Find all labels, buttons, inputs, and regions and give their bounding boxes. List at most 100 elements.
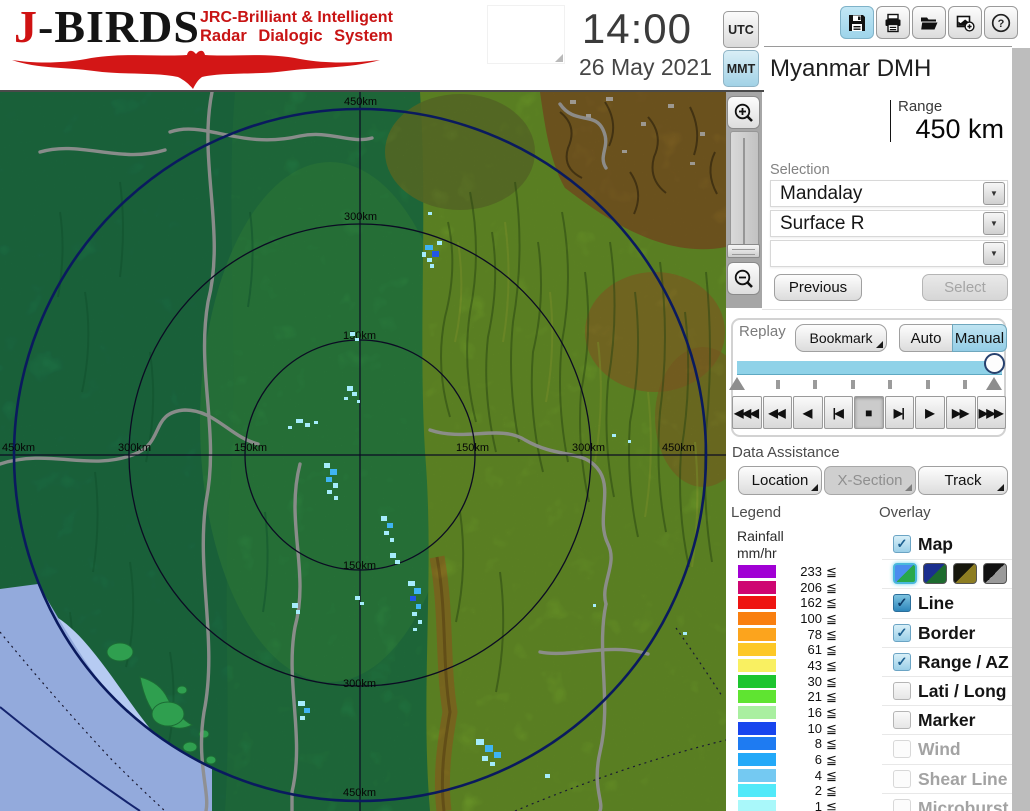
wind-label: Wind (918, 739, 961, 760)
clock-date: 26 May 2021 (540, 54, 712, 81)
ring-label: 450km (343, 787, 376, 799)
ring-label: 300km (343, 678, 376, 690)
help-button[interactable]: ? (984, 6, 1018, 39)
play-button[interactable]: ▶ (915, 396, 945, 429)
legend-swatch (738, 596, 776, 609)
line-checkbox[interactable]: ✓ (893, 594, 911, 612)
legend-value: 162 (778, 595, 822, 610)
overlay-row-line: ✓Line (882, 588, 1012, 618)
rewind-fastest-button[interactable]: ◀◀◀ (732, 396, 762, 429)
site-dropdown[interactable]: Mandalay ▼ (770, 180, 1008, 207)
zoom-out-button[interactable] (727, 262, 760, 295)
radar-map[interactable]: 450km300km150km150km300km450km450km300km… (0, 92, 726, 811)
zoom-slider-track[interactable] (730, 131, 759, 255)
ring-label: 450km (2, 442, 35, 454)
rain-echo (288, 426, 292, 429)
overlay-row-shear-line: Shear Line (882, 764, 1012, 794)
rain-echo (300, 716, 305, 720)
legend-operator: ≦ (826, 564, 837, 580)
last-frame-button[interactable]: ▶| (885, 396, 915, 429)
slider-tick (813, 380, 817, 389)
map-style-swatch-1[interactable] (893, 563, 917, 584)
rain-echo (387, 523, 393, 528)
overlay-row-microburst: Microburst (882, 793, 1012, 811)
zoom-in-button[interactable] (727, 96, 760, 129)
chevron-down-icon[interactable]: ▼ (983, 182, 1005, 205)
marker-checkbox[interactable] (893, 711, 911, 729)
slider-tick (776, 380, 780, 389)
rain-echo (390, 553, 396, 558)
ring-label: 150km (234, 442, 267, 454)
save-button[interactable] (840, 6, 874, 39)
microburst-checkbox (893, 799, 911, 811)
manual-button[interactable]: Manual (952, 324, 1007, 352)
option-dropdown[interactable]: ▼ (770, 240, 1008, 267)
slider-tick (926, 380, 930, 389)
shear-line-label: Shear Line (918, 769, 1007, 790)
legend-swatch (738, 581, 776, 594)
bookmark-button[interactable]: Bookmark (795, 324, 887, 352)
range-az-checkbox[interactable]: ✓ (893, 653, 911, 671)
legend-swatch (738, 753, 776, 766)
right-splitter[interactable] (1012, 48, 1030, 811)
track-label: Track (945, 472, 982, 489)
chevron-down-icon[interactable]: ▼ (983, 242, 1005, 265)
previous-button[interactable]: Previous (774, 274, 862, 301)
slider-tick (963, 380, 967, 389)
ring-label: 150km (343, 330, 376, 342)
mmt-button[interactable]: MMT (723, 50, 759, 87)
rain-echo (628, 440, 631, 443)
select-button[interactable]: Select (922, 274, 1008, 301)
forward-fastest-button[interactable]: ▶▶▶ (977, 396, 1007, 429)
legend-unit-line1: Rainfall (737, 528, 784, 544)
legend-operator: ≦ (826, 736, 837, 752)
replay-slider-handle[interactable] (984, 353, 1005, 374)
add-image-button[interactable] (948, 6, 982, 39)
legend-value: 233 (778, 564, 822, 579)
menu-corner-icon (905, 484, 912, 491)
x-section-button[interactable]: X-Section (824, 466, 916, 495)
rain-echo (305, 423, 310, 427)
header: J-BIRDS JRC-Brilliant & Intelligent Rada… (0, 0, 1030, 92)
stop-button[interactable]: ■ (854, 396, 884, 429)
map-style-swatch-2[interactable] (923, 563, 947, 584)
legend-value: 206 (778, 580, 822, 595)
location-button[interactable]: Location (738, 466, 822, 495)
legend-swatch (738, 722, 776, 735)
ring-label: 450km (344, 96, 377, 108)
product-dropdown[interactable]: Surface R ▼ (770, 210, 1008, 237)
legend-value: 4 (778, 768, 822, 783)
legend-swatch (738, 800, 776, 811)
zoom-out-icon (733, 268, 755, 290)
legend-swatch (738, 784, 776, 797)
open-folder-button[interactable] (912, 6, 946, 39)
replay-slider-track[interactable] (737, 361, 1002, 375)
lati-long-checkbox[interactable] (893, 682, 911, 700)
track-button[interactable]: Track (918, 466, 1008, 495)
ring-label: 300km (572, 442, 605, 454)
step-back-button[interactable]: ◀ (793, 396, 823, 429)
rain-echo (437, 241, 442, 245)
menu-corner-icon (997, 484, 1004, 491)
chevron-down-icon[interactable]: ▼ (983, 212, 1005, 235)
utc-button[interactable]: UTC (723, 11, 759, 48)
border-checkbox[interactable]: ✓ (893, 624, 911, 642)
app-logo: J-BIRDS (14, 0, 200, 53)
legend-swatch (738, 659, 776, 672)
legend-operator: ≦ (826, 658, 837, 674)
legend-swatch (738, 565, 776, 578)
overlay-row-border: ✓Border (882, 618, 1012, 648)
forward-button[interactable]: ▶▶ (946, 396, 976, 429)
legend-operator: ≦ (826, 721, 837, 737)
first-frame-button[interactable]: |◀ (824, 396, 854, 429)
map-checkbox[interactable]: ✓ (893, 535, 911, 553)
overlay-row-range-az: ✓Range / AZ (882, 647, 1012, 677)
auto-button[interactable]: Auto (899, 324, 953, 352)
map-style-swatch-4[interactable] (983, 563, 1007, 584)
print-button[interactable] (876, 6, 910, 39)
rain-echo (427, 258, 432, 262)
zoom-slider-thumb[interactable] (727, 244, 760, 258)
save-icon (847, 13, 867, 33)
rewind-button[interactable]: ◀◀ (763, 396, 793, 429)
map-style-swatch-3[interactable] (953, 563, 977, 584)
